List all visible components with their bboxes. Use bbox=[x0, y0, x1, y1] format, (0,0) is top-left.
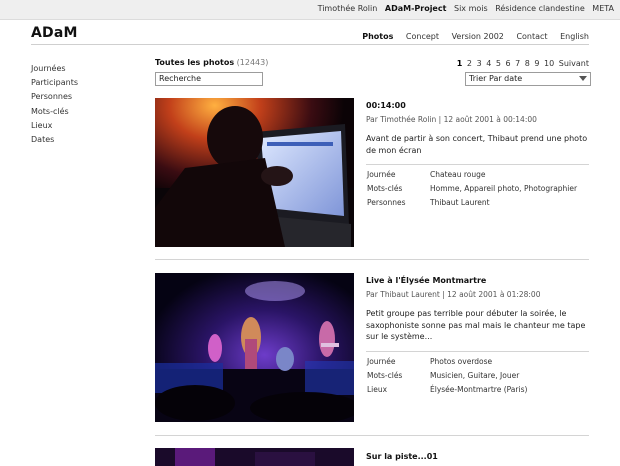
post-divider bbox=[155, 435, 589, 436]
section-title: Toutes les photos (12443) bbox=[155, 58, 268, 67]
meta-value[interactable]: Chateau rouge bbox=[430, 168, 486, 182]
post-divider bbox=[155, 259, 589, 260]
post-separator bbox=[366, 164, 589, 165]
page-5[interactable]: 5 bbox=[496, 59, 501, 68]
header-divider bbox=[31, 44, 589, 45]
page-4[interactable]: 4 bbox=[486, 59, 491, 68]
post-byline: Par Timothée Rolin | 12 août 2001 à 00:1… bbox=[366, 115, 537, 124]
meta-row: Journée Photos overdose bbox=[366, 355, 589, 369]
meta-value[interactable]: Photos overdose bbox=[430, 355, 492, 369]
nav-english[interactable]: English bbox=[560, 32, 589, 41]
post-info-2: Live à l'Élysée Montmartre Par Thibaut L… bbox=[366, 276, 589, 397]
post-photo-1[interactable] bbox=[155, 98, 354, 247]
post-byline: Par Thibaut Laurent | 12 août 2001 à 01:… bbox=[366, 290, 541, 299]
post-title[interactable]: 00:14:00 bbox=[366, 101, 589, 110]
post-photo-1-image bbox=[155, 98, 354, 247]
page-8[interactable]: 8 bbox=[525, 59, 530, 68]
post-title[interactable]: Live à l'Élysée Montmartre bbox=[366, 276, 589, 285]
page-10[interactable]: 10 bbox=[544, 59, 554, 68]
post-title[interactable]: Sur la piste...01 bbox=[366, 452, 589, 461]
sidebar-item-personnes[interactable]: Personnes bbox=[31, 90, 78, 104]
photo-count: (12443) bbox=[236, 58, 269, 67]
meta-row: Lieux Élysée-Montmartre (Paris) bbox=[366, 383, 589, 397]
meta-value[interactable]: Thibaut Laurent bbox=[430, 196, 490, 210]
page-next[interactable]: Suivant bbox=[559, 59, 589, 68]
meta-row: Journée Chateau rouge bbox=[366, 168, 589, 182]
post-description: Avant de partir à son concert, Thibaut p… bbox=[366, 134, 588, 155]
page-6[interactable]: 6 bbox=[505, 59, 510, 68]
chevron-down-icon bbox=[579, 76, 587, 81]
meta-value[interactable]: Musicien, Guitare, Jouer bbox=[430, 369, 519, 383]
meta-value[interactable]: Élysée-Montmartre (Paris) bbox=[430, 383, 527, 397]
meta-value[interactable]: Homme, Appareil photo, Photographier bbox=[430, 182, 577, 196]
post-photo-3-image bbox=[155, 448, 354, 466]
meta-key: Lieux bbox=[367, 384, 388, 394]
post-photo-2[interactable] bbox=[155, 273, 354, 422]
meta-key: Personnes bbox=[367, 198, 406, 207]
nav-concept[interactable]: Concept bbox=[406, 32, 439, 41]
section-title-text: Toutes les photos bbox=[155, 58, 235, 67]
post-meta: Journée Chateau rouge Mots-clés Homme, A… bbox=[366, 168, 589, 210]
meta-row: Mots-clés Homme, Appareil photo, Photogr… bbox=[366, 182, 589, 196]
sidebar-item-lieux[interactable]: Lieux bbox=[31, 119, 78, 133]
sort-select[interactable]: Trier Par date bbox=[465, 72, 591, 86]
post-separator bbox=[366, 350, 589, 352]
page-3[interactable]: 3 bbox=[477, 59, 482, 68]
page-9[interactable]: 9 bbox=[534, 59, 539, 68]
meta-row: Personnes Thibaut Laurent bbox=[366, 196, 589, 210]
page-1: 1 bbox=[456, 59, 463, 68]
post-photo-3[interactable] bbox=[155, 448, 354, 466]
meta-key: Journée bbox=[367, 170, 396, 179]
meta-row: Mots-clés Musicien, Guitare, Jouer bbox=[366, 369, 589, 383]
sidebar-item-dates[interactable]: Dates bbox=[31, 133, 78, 147]
top-link-residence-clandestine[interactable]: Résidence clandestine bbox=[495, 4, 585, 13]
top-link-timothee-rolin[interactable]: Timothée Rolin bbox=[318, 4, 378, 13]
post-meta: Journée Photos overdose Mots-clés Musici… bbox=[366, 355, 589, 397]
post-description: Petit groupe pas terrible pour débuter l… bbox=[366, 309, 586, 341]
top-bar: Timothée Rolin ADaM-Project Six mois Rés… bbox=[0, 0, 620, 20]
search-input[interactable] bbox=[155, 72, 263, 86]
post-photo-2-image bbox=[155, 273, 354, 422]
nav-photos[interactable]: Photos bbox=[362, 32, 393, 41]
main-nav: Photos Concept Version 2002 Contact Engl… bbox=[352, 32, 589, 41]
meta-key: Mots-clés bbox=[367, 184, 403, 193]
sidebar-item-journees[interactable]: Journées bbox=[31, 62, 78, 76]
sidebar-item-participants[interactable]: Participants bbox=[31, 76, 78, 90]
top-link-meta[interactable]: META bbox=[592, 4, 614, 13]
site-logo[interactable]: ADaM bbox=[31, 25, 78, 41]
top-links: Timothée Rolin ADaM-Project Six mois Rés… bbox=[313, 4, 614, 13]
nav-version-2002[interactable]: Version 2002 bbox=[452, 32, 504, 41]
sidebar: Journées Participants Personnes Mots-clé… bbox=[31, 62, 78, 147]
top-link-six-mois[interactable]: Six mois bbox=[454, 4, 488, 13]
top-link-adam-project[interactable]: ADaM-Project bbox=[385, 4, 447, 13]
page-2[interactable]: 2 bbox=[467, 59, 472, 68]
page-7[interactable]: 7 bbox=[515, 59, 520, 68]
post-info-1: 00:14:00 Par Timothée Rolin | 12 août 20… bbox=[366, 101, 589, 210]
post-info-3: Sur la piste...01 bbox=[366, 452, 589, 461]
meta-key: Journée bbox=[367, 356, 396, 366]
sidebar-item-mots-cles[interactable]: Mots-clés bbox=[31, 105, 78, 119]
pagination: 1 2 3 4 5 6 7 8 9 10 Suivant bbox=[455, 59, 589, 68]
meta-key: Mots-clés bbox=[367, 370, 403, 380]
nav-contact[interactable]: Contact bbox=[516, 32, 547, 41]
sort-select-value: Trier Par date bbox=[469, 74, 523, 83]
